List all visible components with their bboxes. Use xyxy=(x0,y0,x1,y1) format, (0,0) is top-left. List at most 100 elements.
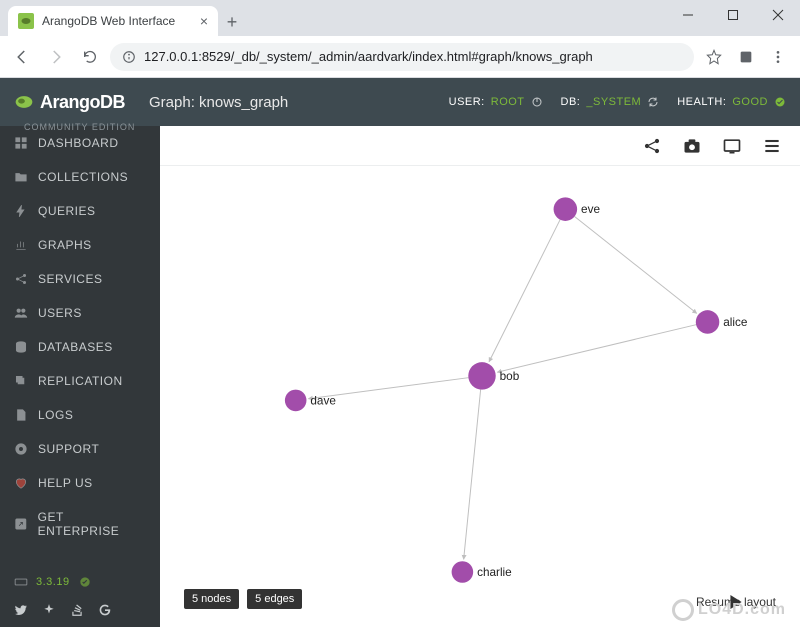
sidebar-item-label: HELP US xyxy=(38,476,93,490)
sidebar-item-support[interactable]: SUPPORT xyxy=(0,432,160,466)
version-text: 3.3.19 xyxy=(36,576,70,588)
new-tab-button[interactable]: + xyxy=(218,8,246,36)
link-icon xyxy=(14,517,28,531)
sidebar-item-label: GRAPHS xyxy=(38,238,92,252)
heart-icon xyxy=(14,476,28,490)
window-controls xyxy=(665,0,800,30)
db-icon xyxy=(14,340,28,354)
sidebar-item-databases[interactable]: DATABASES xyxy=(0,330,160,364)
sidebar-item-services[interactable]: SERVICES xyxy=(0,262,160,296)
graph-node-dave[interactable] xyxy=(285,390,307,412)
menu-button[interactable] xyxy=(764,43,792,71)
content: evealicebobdavecharlie 5 nodes 5 edges R… xyxy=(160,126,800,627)
sidebar: DASHBOARD COLLECTIONS QUERIES GRAPHS SERVICE… xyxy=(0,126,160,627)
chart-icon xyxy=(14,238,28,252)
tab-title: ArangoDB Web Interface xyxy=(42,14,192,28)
sidebar-item-label: REPLICATION xyxy=(38,374,123,388)
sidebar-item-label: QUERIES xyxy=(38,204,96,218)
sidebar-item-label: DATABASES xyxy=(38,340,113,354)
sidebar-item-graphs[interactable]: GRAPHS xyxy=(0,228,160,262)
folder-icon xyxy=(14,170,28,184)
graph-node-label: eve xyxy=(581,203,600,216)
graph-node-label: bob xyxy=(500,370,520,383)
graph-node-charlie[interactable] xyxy=(452,561,474,583)
stackoverflow-icon[interactable] xyxy=(70,603,84,617)
sidebar-item-help-us[interactable]: HELP US xyxy=(0,466,160,500)
keyboard-icon xyxy=(14,575,28,589)
resume-layout-button[interactable]: Resume layout xyxy=(696,595,776,609)
sidebar-item-get-enterprise[interactable]: GET ENTERPRISE xyxy=(0,500,160,548)
sidebar-item-label: SUPPORT xyxy=(38,442,99,456)
sidebar-item-users[interactable]: USERS xyxy=(0,296,160,330)
sidebar-item-label: COLLECTIONS xyxy=(38,170,128,184)
graph-node-label: alice xyxy=(723,316,748,329)
status-health[interactable]: HEALTH: GOOD xyxy=(677,96,786,108)
reload-button[interactable] xyxy=(76,43,104,71)
check-circle-icon xyxy=(774,96,786,108)
star-button[interactable] xyxy=(700,43,728,71)
share-icon xyxy=(14,272,28,286)
logo[interactable]: ArangoDB xyxy=(14,92,125,113)
window-minimize-button[interactable] xyxy=(665,0,710,30)
sidebar-item-label: USERS xyxy=(38,306,82,320)
power-icon xyxy=(531,96,543,108)
twitter-icon[interactable] xyxy=(14,603,28,617)
sidebar-item-queries[interactable]: QUERIES xyxy=(0,194,160,228)
extension-icon[interactable] xyxy=(732,43,760,71)
google-icon[interactable] xyxy=(98,603,112,617)
browser-tab[interactable]: ArangoDB Web Interface × xyxy=(8,6,218,36)
hamburger-icon[interactable] xyxy=(762,136,782,156)
file-icon xyxy=(14,408,28,422)
sidebar-item-logs[interactable]: LOGS xyxy=(0,398,160,432)
graph-edge[interactable] xyxy=(575,216,697,313)
sidebar-item-label: GET ENTERPRISE xyxy=(38,510,146,538)
graph-node-alice[interactable] xyxy=(696,310,720,334)
graph-edge[interactable] xyxy=(497,325,696,373)
favicon-icon xyxy=(18,13,34,29)
header-status: USER: ROOT DB: _SYSTEM HEALTH: GOOD xyxy=(449,96,786,108)
address-bar: 127.0.0.1:8529/_db/_system/_admin/aardva… xyxy=(0,36,800,78)
window-close-button[interactable] xyxy=(755,0,800,30)
sidebar-item-label: SERVICES xyxy=(38,272,102,286)
page-title: Graph: knows_graph xyxy=(149,94,288,111)
sidebar-item-replication[interactable]: REPLICATION xyxy=(0,364,160,398)
graph-stats: 5 nodes 5 edges xyxy=(184,589,302,609)
graph-node-eve[interactable] xyxy=(554,197,578,221)
graph-toolbar xyxy=(160,126,800,166)
sidebar-item-label: DASHBOARD xyxy=(38,136,119,150)
site-info-icon[interactable] xyxy=(122,50,136,64)
bolt-icon xyxy=(14,204,28,218)
url-field[interactable]: 127.0.0.1:8529/_db/_system/_admin/aardva… xyxy=(110,43,694,71)
edges-badge: 5 edges xyxy=(247,589,302,609)
replicate-icon xyxy=(14,374,28,388)
social-icons xyxy=(0,595,160,627)
support-icon xyxy=(14,442,28,456)
dashboard-icon xyxy=(14,136,28,150)
status-db[interactable]: DB: _SYSTEM xyxy=(561,96,660,108)
tab-close-icon[interactable]: × xyxy=(200,13,208,29)
fullscreen-icon[interactable] xyxy=(722,136,742,156)
graph-canvas[interactable]: evealicebobdavecharlie 5 nodes 5 edges R… xyxy=(178,174,786,617)
graph-node-label: charlie xyxy=(477,566,512,579)
camera-icon[interactable] xyxy=(682,136,702,156)
nodes-badge: 5 nodes xyxy=(184,589,239,609)
sidebar-item-collections[interactable]: COLLECTIONS xyxy=(0,160,160,194)
status-user[interactable]: USER: ROOT xyxy=(449,96,543,108)
slack-icon[interactable] xyxy=(42,603,56,617)
check-circle-icon xyxy=(78,575,92,589)
refresh-icon xyxy=(647,96,659,108)
browser-chrome: ArangoDB Web Interface × + 127.0.0.1:852… xyxy=(0,0,800,78)
window-maximize-button[interactable] xyxy=(710,0,755,30)
logo-text: ArangoDB xyxy=(40,92,125,113)
graph-edge[interactable] xyxy=(464,390,481,560)
share-icon[interactable] xyxy=(642,136,662,156)
sidebar-item-label: LOGS xyxy=(38,408,73,422)
graph-node-bob[interactable] xyxy=(468,362,495,389)
version-row[interactable]: 3.3.19 xyxy=(0,569,160,595)
forward-button[interactable] xyxy=(42,43,70,71)
app-header: ArangoDB Graph: knows_graph USER: ROOT D… xyxy=(0,78,800,126)
logo-icon xyxy=(14,92,34,112)
back-button[interactable] xyxy=(8,43,36,71)
graph-edge[interactable] xyxy=(489,220,560,362)
url-text: 127.0.0.1:8529/_db/_system/_admin/aardva… xyxy=(144,49,593,64)
